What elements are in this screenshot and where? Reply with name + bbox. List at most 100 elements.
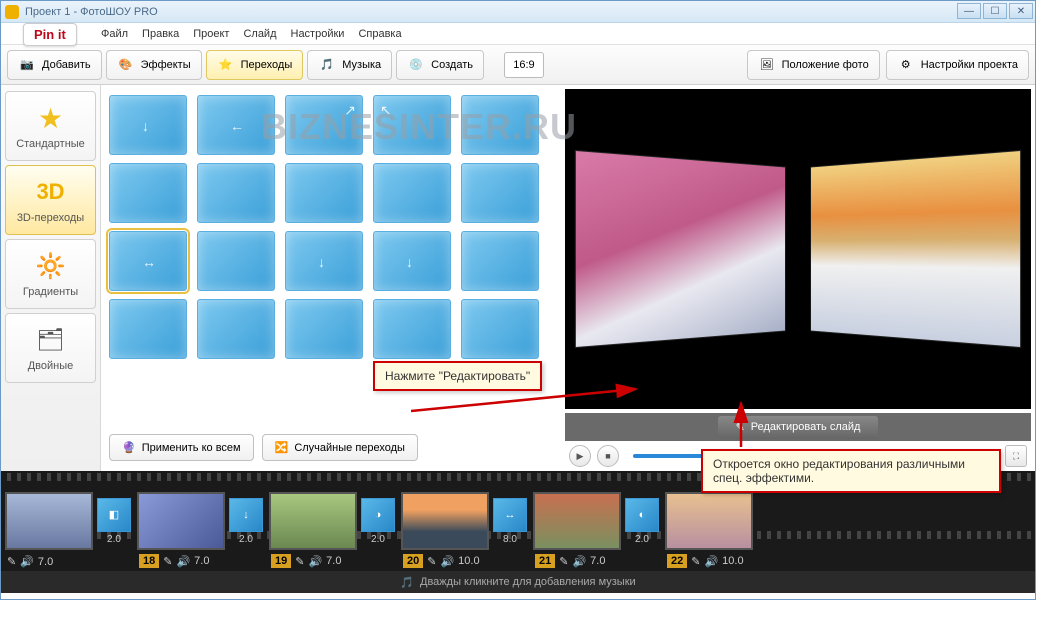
transition-thumb[interactable] <box>373 299 451 359</box>
sound-icon[interactable]: 🔊 <box>704 555 718 568</box>
transition-thumb[interactable] <box>461 299 539 359</box>
transition-thumb-selected[interactable]: ↔ <box>109 231 187 291</box>
titlebar: Проект 1 - ФотоШОУ PRO — ☐ ✕ <box>1 1 1035 23</box>
aspect-ratio[interactable]: 16:9 <box>504 52 544 78</box>
shuffle-icon: 🔀 <box>275 441 289 454</box>
transition-thumb[interactable] <box>197 231 275 291</box>
tab-effects[interactable]: 🎨Эффекты <box>106 50 202 80</box>
menu-project[interactable]: Проект <box>193 28 229 40</box>
timeline-thumb[interactable]: 20✎🔊10.0 <box>401 492 489 550</box>
duration: 7.0 <box>38 556 53 568</box>
timeline-item[interactable]: 21✎🔊7.0 ◐2.0 <box>533 492 659 550</box>
menu-settings[interactable]: Настройки <box>291 28 345 40</box>
sidebar-3d[interactable]: 3D3D-переходы <box>5 165 96 235</box>
menubar: Файл Правка Проект Слайд Настройки Справ… <box>1 23 1035 45</box>
sound-icon[interactable]: 🔊 <box>572 555 586 568</box>
sidebar-standard[interactable]: ★Стандартные <box>5 91 96 161</box>
edit-icon[interactable]: ✎ <box>7 555 16 568</box>
transition-thumb[interactable] <box>197 299 275 359</box>
music-hint: Дважды кликните для добавления музыки <box>420 576 636 588</box>
tab-create[interactable]: 💿Создать <box>396 50 484 80</box>
tab-music[interactable]: 🎵Музыка <box>307 50 392 80</box>
transition-thumb[interactable] <box>197 163 275 223</box>
transition-thumb[interactable] <box>461 95 539 155</box>
transition-thumb[interactable]: ↗ <box>285 95 363 155</box>
project-settings-button[interactable]: ⚙Настройки проекта <box>886 50 1029 80</box>
sidebar: ★Стандартные 3D3D-переходы 🔆Градиенты 🗂Д… <box>1 85 101 471</box>
frame-number: 18 <box>139 554 159 568</box>
edit-icon[interactable]: ✎ <box>559 555 568 568</box>
apply-all-button[interactable]: 🔮Применить ко всем <box>109 434 254 461</box>
sidebar-gradients-label: Градиенты <box>23 286 78 298</box>
duration: 10.0 <box>722 555 743 567</box>
transition-thumb[interactable] <box>461 163 539 223</box>
maximize-button[interactable]: ☐ <box>983 3 1007 19</box>
duration: 7.0 <box>590 555 605 567</box>
music-track[interactable]: 🎵 Дважды кликните для добавления музыки <box>1 571 1035 593</box>
edit-slide-button[interactable]: ✎Редактировать слайд <box>718 416 879 439</box>
edit-icon[interactable]: ✎ <box>163 555 172 568</box>
menu-help[interactable]: Справка <box>358 28 401 40</box>
timeline-thumb[interactable]: 19✎🔊7.0 <box>269 492 357 550</box>
pinit-button[interactable]: Pin it <box>23 23 77 46</box>
app-icon <box>5 5 19 19</box>
close-button[interactable]: ✕ <box>1009 3 1033 19</box>
transition-thumb[interactable] <box>285 163 363 223</box>
transition-thumb[interactable]: ← <box>197 95 275 155</box>
timeline-item[interactable]: 19✎🔊7.0 ◑2.0 <box>269 492 395 550</box>
transition-thumb[interactable] <box>285 299 363 359</box>
menu-slide[interactable]: Слайд <box>243 28 276 40</box>
toolbar: 📷Добавить 🎨Эффекты ⭐Переходы 🎵Музыка 💿Со… <box>1 45 1035 85</box>
play-button[interactable]: ▶ <box>569 445 591 467</box>
timeline-item[interactable]: 22✎🔊10.0 <box>665 492 753 550</box>
timeline-item[interactable]: ✎🔊7.0 ◧ 2.0 <box>5 492 131 550</box>
transition-duration: 2.0 <box>107 534 121 545</box>
transition-thumb[interactable]: ↓ <box>373 231 451 291</box>
project-settings-label: Настройки проекта <box>921 59 1018 71</box>
image-icon: 🖼 <box>758 56 776 74</box>
transition-thumb[interactable] <box>373 163 451 223</box>
tab-transitions[interactable]: ⭐Переходы <box>206 50 304 80</box>
photo-position-button[interactable]: 🖼Положение фото <box>747 50 880 80</box>
menu-edit[interactable]: Правка <box>142 28 179 40</box>
edit-icon[interactable]: ✎ <box>427 555 436 568</box>
timeline-transition[interactable]: ◑ <box>361 498 395 532</box>
random-transitions-button[interactable]: 🔀Случайные переходы <box>262 434 418 461</box>
transition-thumb[interactable] <box>109 163 187 223</box>
sound-icon[interactable]: 🔊 <box>440 555 454 568</box>
timeline-item[interactable]: 18✎🔊7.0 ↓ 2.0 <box>137 492 263 550</box>
sidebar-double[interactable]: 🗂Двойные <box>5 313 96 383</box>
stop-button[interactable]: ■ <box>597 445 619 467</box>
timeline-transition[interactable]: ↔ <box>493 498 527 532</box>
duration: 7.0 <box>194 555 209 567</box>
sound-icon[interactable]: 🔊 <box>20 555 34 568</box>
transition-thumb[interactable] <box>109 299 187 359</box>
transition-duration: 2.0 <box>239 534 253 545</box>
minimize-button[interactable]: — <box>957 3 981 19</box>
edit-slide-label: Редактировать слайд <box>751 421 861 433</box>
timeline-transition[interactable]: ◧ <box>97 498 131 532</box>
sound-icon[interactable]: 🔊 <box>308 555 322 568</box>
fullscreen-button[interactable]: ⛶ <box>1005 445 1027 467</box>
transition-thumb[interactable] <box>461 231 539 291</box>
sidebar-gradients[interactable]: 🔆Градиенты <box>5 239 96 309</box>
timeline-transition[interactable]: ◐ <box>625 498 659 532</box>
timeline-thumb[interactable]: 18✎🔊7.0 <box>137 492 225 550</box>
transition-thumb[interactable]: ↓ <box>109 95 187 155</box>
timeline-thumb[interactable]: 22✎🔊10.0 <box>665 492 753 550</box>
timeline-thumb[interactable]: 21✎🔊7.0 <box>533 492 621 550</box>
edit-icon[interactable]: ✎ <box>691 555 700 568</box>
menu-file[interactable]: Файл <box>101 28 128 40</box>
transition-thumb[interactable]: ↖ <box>373 95 451 155</box>
frame-number: 20 <box>403 554 423 568</box>
transition-thumb[interactable]: ↓ <box>285 231 363 291</box>
tab-add[interactable]: 📷Добавить <box>7 50 102 80</box>
camera-icon: 📷 <box>18 56 36 74</box>
timeline-transition[interactable]: ↓ <box>229 498 263 532</box>
timeline-thumb[interactable]: ✎🔊7.0 <box>5 492 93 550</box>
edit-icon[interactable]: ✎ <box>295 555 304 568</box>
preview-slide-right <box>810 150 1021 348</box>
timeline-item[interactable]: 20✎🔊10.0 ↔8.0 <box>401 492 527 550</box>
sound-icon[interactable]: 🔊 <box>176 555 190 568</box>
main: ★Стандартные 3D3D-переходы 🔆Градиенты 🗂Д… <box>1 85 1035 471</box>
